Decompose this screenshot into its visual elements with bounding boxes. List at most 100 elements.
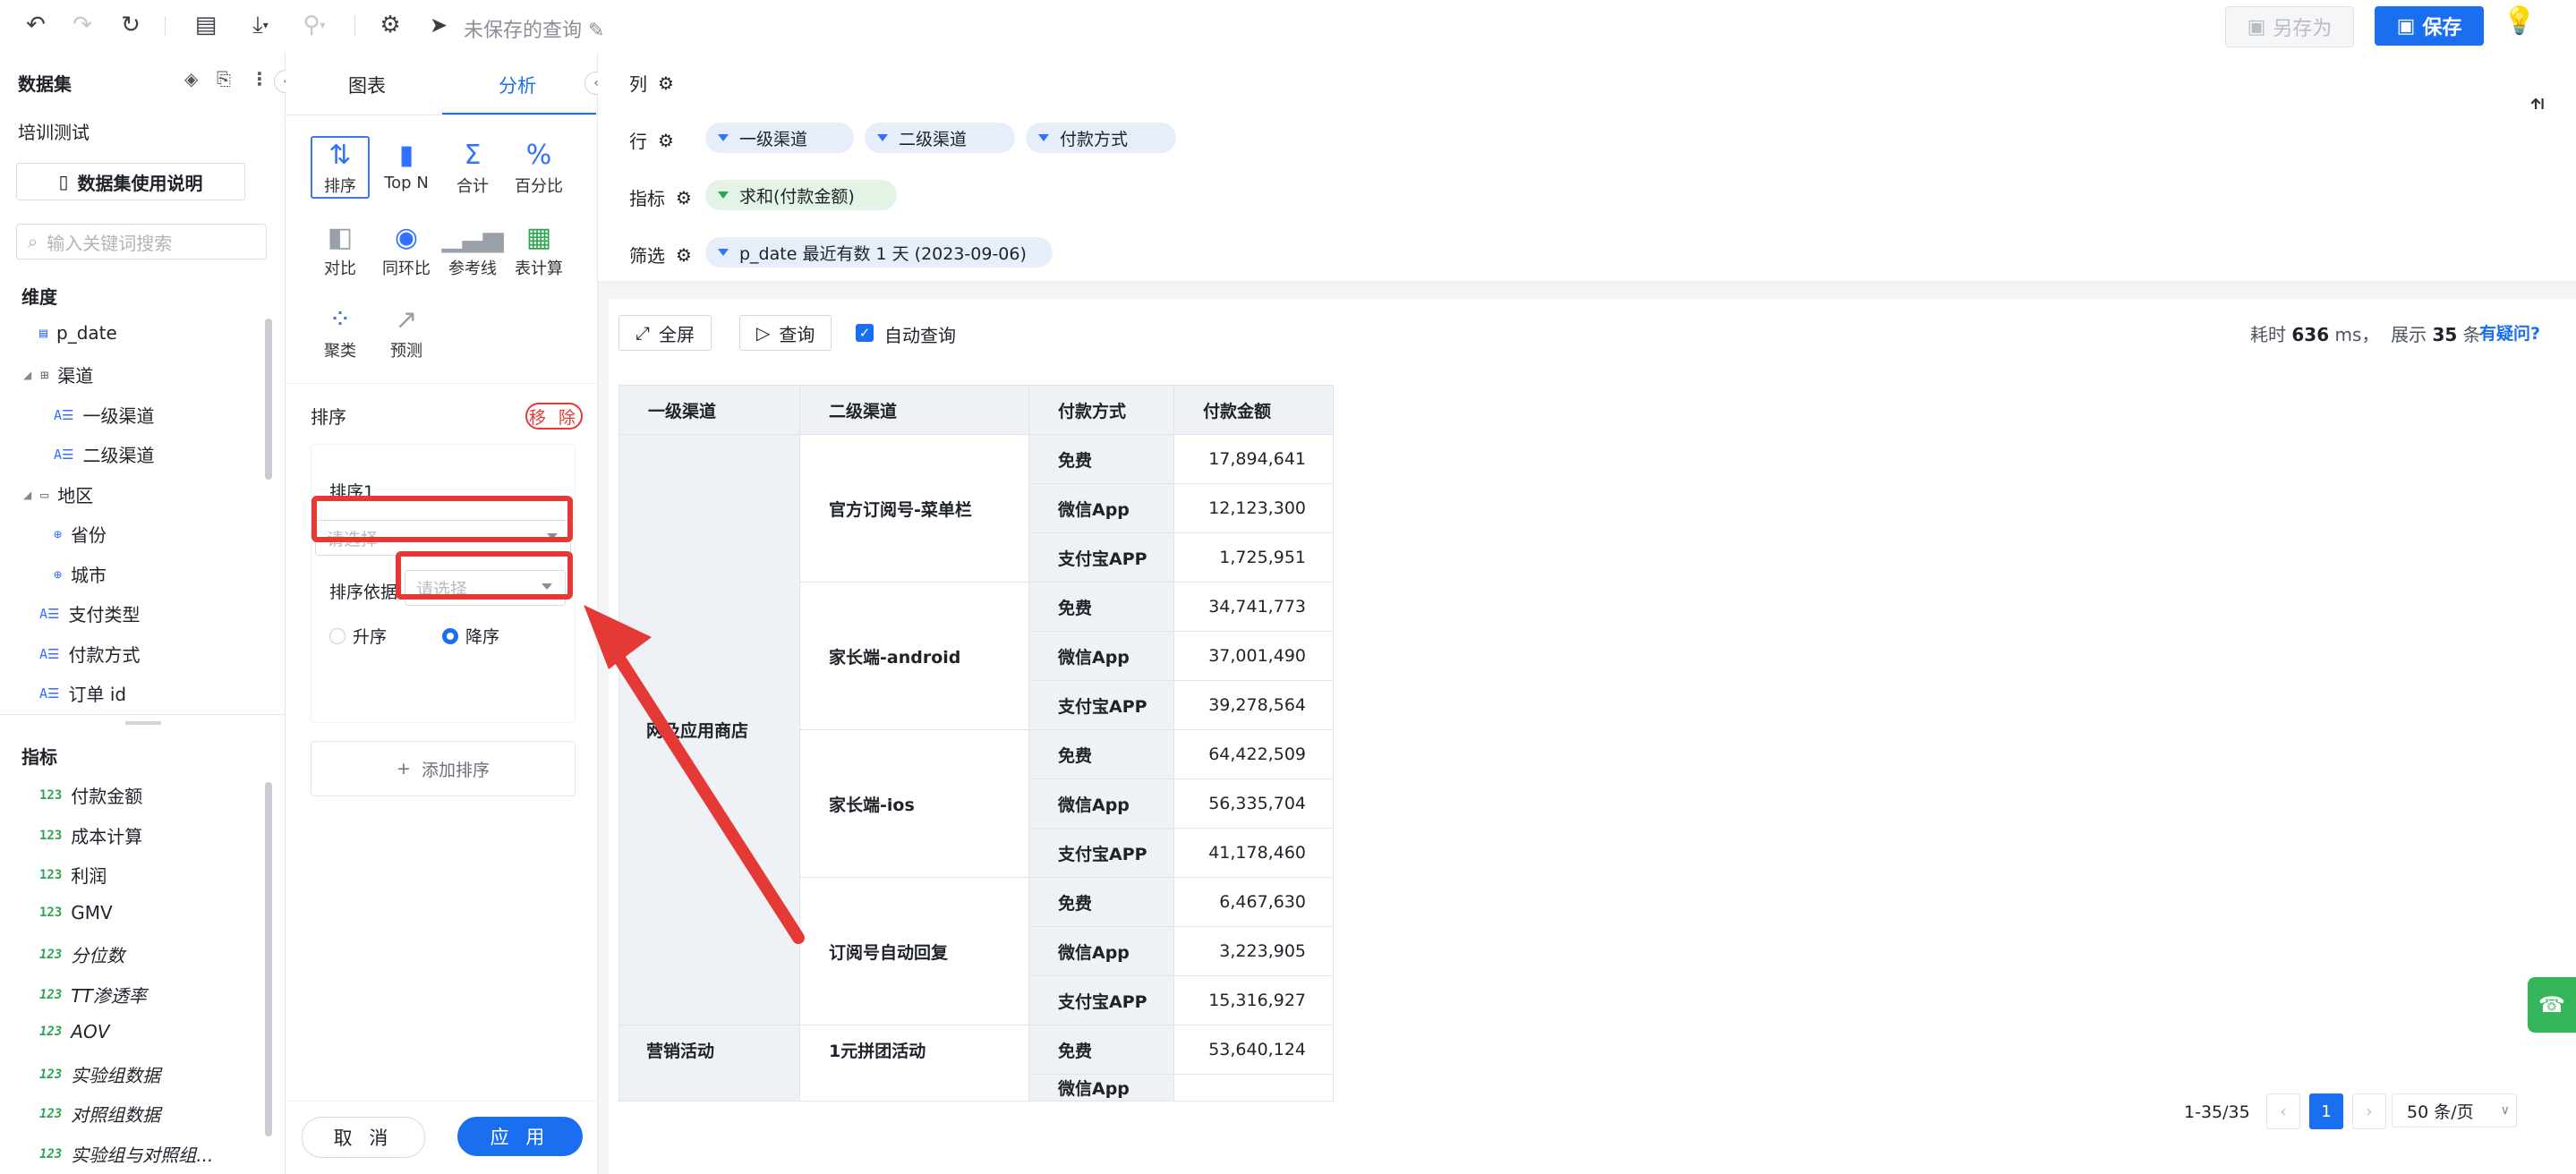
rows-shelf[interactable]: 行 ⚙ 一级渠道 二级渠道 付款方式 <box>598 109 2576 167</box>
gear-icon[interactable]: ⚙ <box>676 187 692 208</box>
metric-item[interactable]: 123 成本计算 <box>39 822 142 848</box>
row-pill[interactable]: 二级渠道 <box>865 123 1015 153</box>
tool-forecast[interactable]: ↗ 预测 <box>377 302 436 365</box>
metric-item[interactable]: 123 实验组数据 <box>39 1061 160 1087</box>
header-cell[interactable]: 付款方式 <box>1028 385 1174 435</box>
row-pill[interactable]: 付款方式 <box>1026 123 1176 153</box>
gear-icon[interactable]: ⚙ <box>658 72 674 94</box>
caret-down-icon[interactable] <box>718 191 729 199</box>
dimension-item[interactable]: A☰ 二级渠道 <box>54 441 154 467</box>
amount-cell: 17,894,641 <box>1173 434 1334 484</box>
metric-item[interactable]: 123 TT渗透率 <box>39 982 147 1008</box>
metric-pill[interactable]: 求和(付款金额) <box>705 180 897 210</box>
tool-total[interactable]: Σ 合计 <box>443 138 502 200</box>
metric-item[interactable]: 123 实验组与对照组... <box>39 1141 213 1167</box>
help-link[interactable]: 有疑问? <box>2479 320 2540 345</box>
dimension-item[interactable]: A☰ 支付类型 <box>39 600 140 626</box>
tool-period-compare[interactable]: ◉ 同环比 <box>377 220 436 283</box>
header-cell[interactable]: 付款金额 <box>1173 385 1334 435</box>
settings-icon[interactable]: ⚙ <box>374 9 406 41</box>
tool-reference-line[interactable]: ▁▃▅ 参考线 <box>441 220 503 283</box>
metric-item[interactable]: 123 分位数 <box>39 941 124 967</box>
next-page-button[interactable]: › <box>2352 1093 2386 1129</box>
caret-down-icon[interactable]: ◢ <box>23 489 31 501</box>
tab-chart[interactable]: 图表 <box>348 72 386 98</box>
fullscreen-button[interactable]: ⤢ 全屏 <box>618 315 712 351</box>
dataset-name[interactable]: 培训测试 <box>18 118 90 144</box>
preview-icon[interactable]: ◈ <box>184 68 198 89</box>
tab-analysis[interactable]: 分析 <box>499 72 536 98</box>
apply-button[interactable]: 应 用 <box>457 1117 583 1156</box>
tool-cluster[interactable]: ⁘ 聚类 <box>311 302 370 365</box>
header-cell[interactable]: 二级渠道 <box>799 385 1029 435</box>
more-icon[interactable]: ⋮ <box>251 68 269 89</box>
play-icon: ▷ <box>756 322 771 344</box>
dimension-label: 省份 <box>71 524 107 546</box>
page-button-current[interactable]: 1 <box>2309 1093 2343 1129</box>
gear-icon[interactable]: ⚙ <box>676 244 692 266</box>
add-sort-button[interactable]: + 添加排序 <box>311 741 576 796</box>
tool-percent[interactable]: % 百分比 <box>509 138 568 200</box>
caret-down-icon[interactable] <box>718 134 729 141</box>
row-pill[interactable]: 一级渠道 <box>705 123 854 153</box>
filter-shelf[interactable]: 筛选 ⚙ p_date 最近有数 1 天 (2023-09-06) <box>598 224 2576 282</box>
caret-down-icon[interactable]: ◢ <box>23 369 31 381</box>
dimension-item[interactable]: ▤ p_date <box>39 322 117 344</box>
dimension-item[interactable]: A☰ 付款方式 <box>39 641 140 667</box>
edit-pencil-icon[interactable]: ✎ <box>588 20 604 42</box>
dimension-label: p_date <box>56 322 117 344</box>
save-as-button[interactable]: ▣ 另存为 <box>2225 6 2354 47</box>
metric-item[interactable]: 123 利润 <box>39 862 107 888</box>
lightbulb-icon[interactable]: 💡 <box>2503 5 2536 37</box>
auto-query-checkbox[interactable]: ✓ <box>856 324 874 342</box>
metric-label: GMV <box>71 902 113 923</box>
page-size-select[interactable]: 50 条/页 ∨ <box>2392 1093 2517 1127</box>
refresh-icon[interactable]: ↻ <box>115 9 147 41</box>
metrics-scrollbar[interactable] <box>265 782 272 1136</box>
customer-support-icon[interactable]: ☎ <box>2528 977 2576 1033</box>
metric-item[interactable]: 123 GMV <box>39 902 113 923</box>
dimension-item[interactable]: A☰ 一级渠道 <box>54 402 154 428</box>
caret-down-icon[interactable] <box>718 249 729 256</box>
metric-item[interactable]: 123 付款金额 <box>39 782 142 808</box>
columns-shelf[interactable]: 列 ⚙ ⇅ <box>598 52 2576 122</box>
send-icon[interactable]: ➤ <box>422 9 455 41</box>
filter-pill[interactable]: p_date 最近有数 1 天 (2023-09-06) <box>705 237 1053 268</box>
dimension-item[interactable]: ⊕ 省份 <box>54 521 107 547</box>
prev-page-button[interactable]: ‹ <box>2266 1093 2300 1129</box>
save-button[interactable]: ▣ 保存 <box>2375 6 2484 46</box>
metric-item[interactable]: 123 AOV <box>39 1021 109 1042</box>
dimension-item[interactable]: ⊕ 城市 <box>54 561 107 587</box>
stamp-icon[interactable]: ⚲ ▾ <box>292 9 337 41</box>
redo-icon[interactable]: ↷ <box>66 9 98 41</box>
tool-sort[interactable]: ⇅ 排序 <box>311 136 370 199</box>
tool-compare[interactable]: ◧ 对比 <box>311 220 370 283</box>
descending-radio[interactable]: 降序 <box>442 624 499 648</box>
metric-item[interactable]: 123 对照组数据 <box>39 1101 160 1127</box>
remove-sort-button[interactable]: 移 除 <box>525 403 583 430</box>
unsaved-query-title[interactable]: 未保存的查询 ✎ <box>464 14 604 43</box>
dataset-usage-button[interactable]: ▯ 数据集使用说明 <box>16 163 245 200</box>
dimension-group[interactable]: ◢ ▭ 地区 <box>23 481 93 507</box>
tool-topn[interactable]: ▮ Top N <box>377 138 436 200</box>
gear-icon[interactable]: ⚙ <box>658 130 674 151</box>
resize-handle[interactable] <box>125 721 161 725</box>
dimension-item[interactable]: A☰ 订单 id <box>39 680 126 706</box>
metrics-shelf[interactable]: 指标 ⚙ 求和(付款金额) <box>598 166 2576 225</box>
tool-table-calc[interactable]: ▦ 表计算 <box>509 220 568 283</box>
field-search-input[interactable]: ⌕ 输入关键词搜索 <box>16 224 267 259</box>
display-count: 35 <box>2432 324 2458 345</box>
dimension-group[interactable]: ◢ ⊞ 渠道 <box>23 362 93 387</box>
download-icon[interactable]: ⤓ ▾ <box>238 9 283 41</box>
caret-down-icon[interactable] <box>877 134 888 141</box>
ascending-radio[interactable]: 升序 <box>329 624 387 648</box>
payment-cell: 支付宝APP <box>1028 680 1174 730</box>
undo-icon[interactable]: ↶ <box>20 9 52 41</box>
query-button[interactable]: ▷ 查询 <box>739 315 832 351</box>
cancel-button[interactable]: 取 消 <box>302 1117 425 1158</box>
query-list-icon[interactable]: ▤ <box>190 9 222 41</box>
caret-down-icon[interactable] <box>1038 134 1049 141</box>
dimensions-scrollbar[interactable] <box>265 319 272 480</box>
add-file-icon[interactable]: ⎘ <box>217 68 231 89</box>
header-cell[interactable]: 一级渠道 <box>618 385 800 435</box>
